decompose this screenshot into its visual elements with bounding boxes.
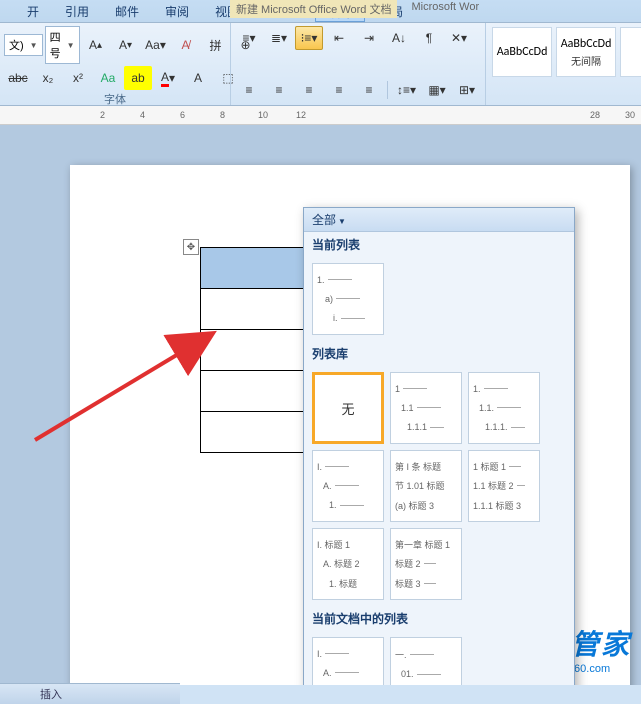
borders-button[interactable]: ⊞▾ xyxy=(453,78,481,102)
clear-format-button[interactable]: A̸ xyxy=(172,33,200,57)
section-list-library: 列表库 xyxy=(304,341,574,366)
section-current-list: 当前列表 xyxy=(304,232,574,257)
char-shading-button[interactable]: A xyxy=(184,66,212,90)
subscript-button[interactable]: x₂ xyxy=(34,66,62,90)
shrink-font-button[interactable]: A▾ xyxy=(112,33,140,57)
font-color-button[interactable]: A▾ xyxy=(154,66,182,90)
text-effects-button[interactable]: Aa xyxy=(94,66,122,90)
strikethrough-button[interactable]: abc xyxy=(4,66,32,90)
numbering-button[interactable]: ≣▾ xyxy=(265,26,293,50)
phonetic-button[interactable]: 拼 xyxy=(202,33,230,57)
grow-font-button[interactable]: A▴ xyxy=(82,33,110,57)
increase-indent-button[interactable]: ⇥ xyxy=(355,26,383,50)
shading-button[interactable]: ▦▾ xyxy=(423,78,451,102)
tab-references[interactable]: 引用 xyxy=(53,0,101,22)
list-lib-4[interactable]: 第 I 条 标题节 1.01 标题(a) 标题 3 xyxy=(390,450,462,522)
multilevel-list-button[interactable]: ⁝≡▾ xyxy=(295,26,323,50)
indoc-list-2[interactable]: 一.01.01. xyxy=(390,637,462,685)
style-normal[interactable]: AaBbCcDd xyxy=(492,27,552,77)
document-area: ✥ 全部▼ 当前列表 1. a) i. 列表库 无 11.11.1.1 1.1.… xyxy=(0,125,641,685)
align-center-button[interactable]: ≡ xyxy=(265,78,293,102)
tab-review[interactable]: 审阅 xyxy=(153,0,201,22)
align-distribute-button[interactable]: ≡ xyxy=(355,78,383,102)
highlight-button[interactable]: ab xyxy=(124,66,152,90)
section-indoc-lists: 当前文档中的列表 xyxy=(304,606,574,631)
decrease-indent-button[interactable]: ⇤ xyxy=(325,26,353,50)
asian-layout-button[interactable]: ✕▾ xyxy=(445,26,473,50)
style-heading[interactable]: A xyxy=(620,27,641,77)
bullets-button[interactable]: ≡▾ xyxy=(235,26,263,50)
list-lib-6[interactable]: I. 标题 1A. 标题 21. 标题 xyxy=(312,528,384,600)
list-lib-2[interactable]: 1.1.1.1.1.1. xyxy=(468,372,540,444)
list-lib-3[interactable]: I.A.1. xyxy=(312,450,384,522)
title-app: Microsoft Wor xyxy=(405,0,485,18)
show-marks-button[interactable]: ¶ xyxy=(415,26,443,50)
list-lib-5[interactable]: 1 标题 11.1 标题 21.1.1 标题 3 xyxy=(468,450,540,522)
font-size-combo[interactable]: 四号▼ xyxy=(45,26,80,64)
horizontal-ruler[interactable]: 2 4 6 8 10 12 28 30 xyxy=(0,106,641,125)
sort-button[interactable]: A↓ xyxy=(385,26,413,50)
superscript-button[interactable]: x² xyxy=(64,66,92,90)
table-anchor-icon[interactable]: ✥ xyxy=(183,239,199,255)
align-justify-button[interactable]: ≡ xyxy=(325,78,353,102)
list-none[interactable]: 无 xyxy=(312,372,384,444)
list-lib-1[interactable]: 11.11.1.1 xyxy=(390,372,462,444)
line-spacing-button[interactable]: ↕≡▾ xyxy=(392,78,421,102)
tab-mailings[interactable]: 邮件 xyxy=(103,0,151,22)
title-doc: 新建 Microsoft Office Word 文档 xyxy=(230,0,397,18)
tab-home[interactable]: 开 xyxy=(15,0,51,22)
current-list-preview[interactable]: 1. a) i. xyxy=(312,263,384,335)
list-lib-7[interactable]: 第一章 标题 1标题 2标题 3 xyxy=(390,528,462,600)
align-right-button[interactable]: ≡ xyxy=(295,78,323,102)
multilevel-list-dropdown: 全部▼ 当前列表 1. a) i. 列表库 无 11.11.1.1 1.1.1.… xyxy=(303,207,575,685)
align-left-button[interactable]: ≡ xyxy=(235,78,263,102)
dropdown-filter-all[interactable]: 全部▼ xyxy=(304,208,574,232)
change-case-button[interactable]: Aa▾ xyxy=(142,33,170,57)
ribbon: 文)▼ 四号▼ A▴ A▾ Aa▾ A̸ 拼 ⊕ abc x₂ x² Aa ab… xyxy=(0,23,641,106)
indoc-list-1[interactable]: I.A.1. xyxy=(312,637,384,685)
style-nospacing[interactable]: AaBbCcDd无间隔 xyxy=(556,27,616,77)
status-bar: 插入 xyxy=(0,683,180,704)
font-lang-combo[interactable]: 文)▼ xyxy=(4,34,43,56)
